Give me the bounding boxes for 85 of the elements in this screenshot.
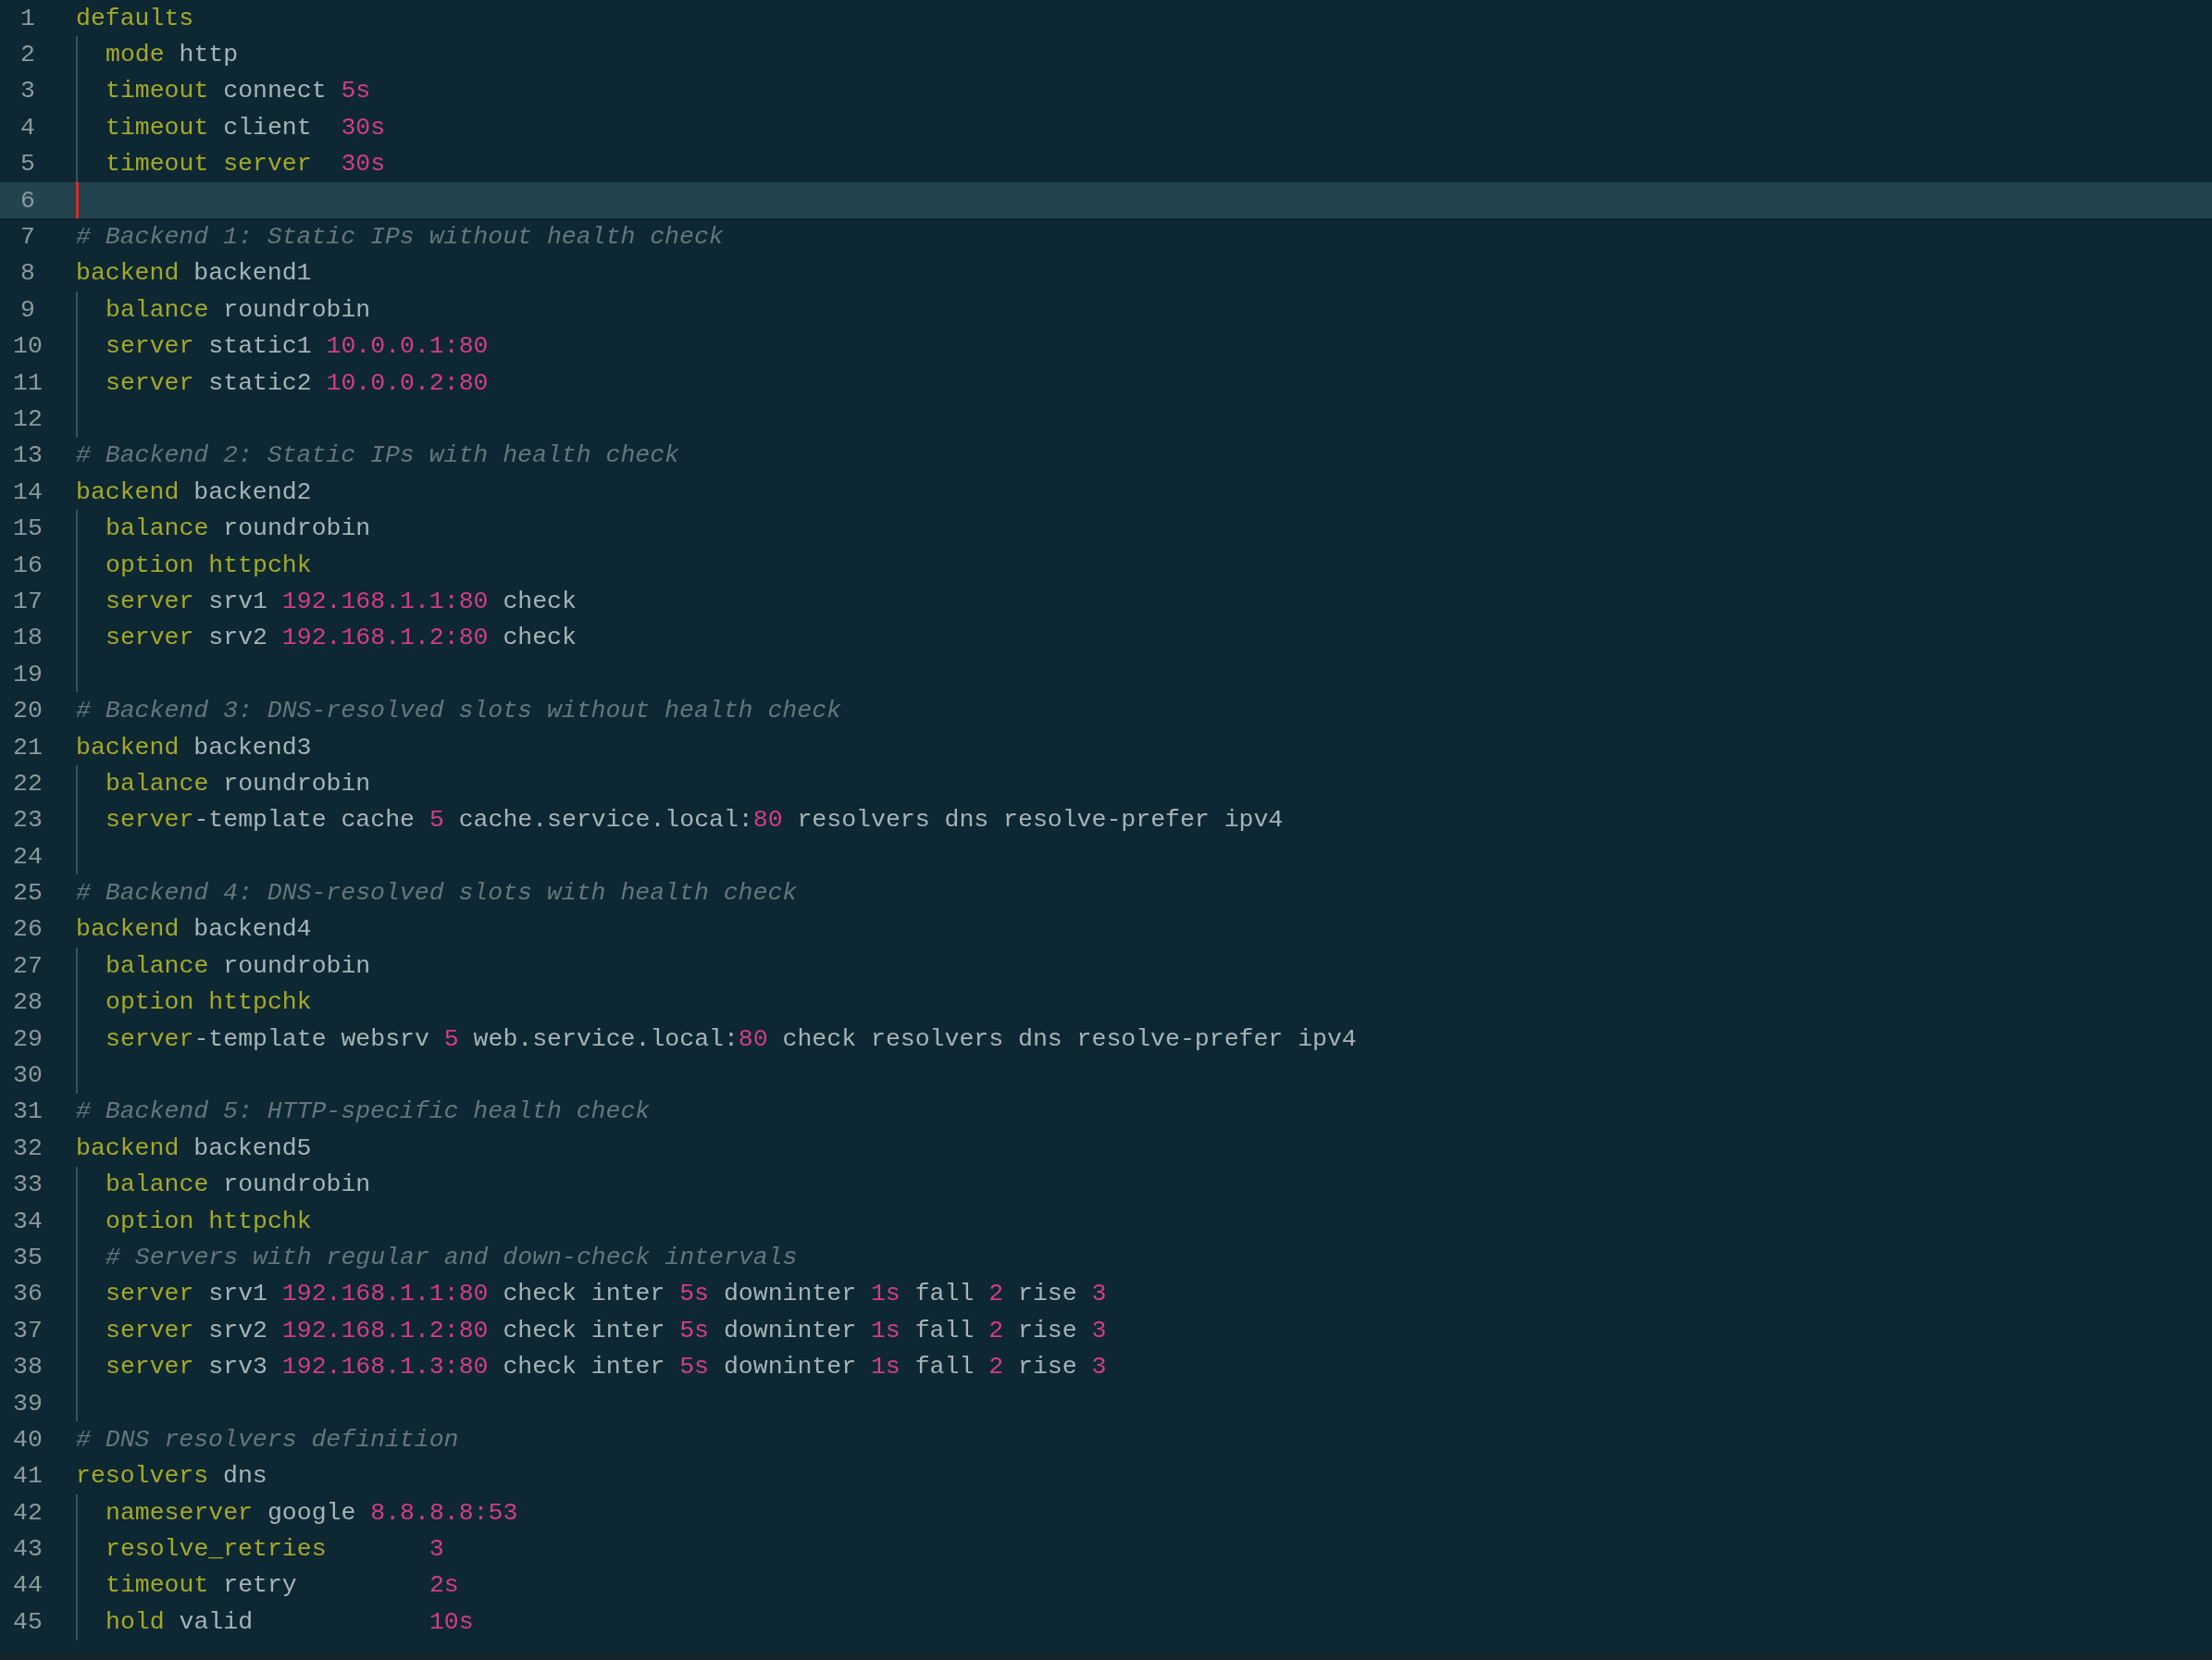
code-line: # Servers with regular and down-check intervals (106, 1243, 798, 1271)
line-number: 15 (12, 514, 43, 543)
line-number: 29 (12, 1024, 43, 1053)
line-number: 19 (12, 660, 43, 688)
line-number: 21 (12, 733, 43, 762)
line-number: 45 (12, 1607, 43, 1636)
code-line: balance roundrobin (106, 295, 371, 324)
line-number: 7 (19, 223, 36, 252)
line-number: 30 (12, 1061, 43, 1089)
line-number: 17 (12, 587, 43, 615)
code-line: server-template cache 5 cache.service.local:80 resolvers dns resolve-prefer ipv4 (106, 806, 1284, 835)
code-line: server srv3 192.168.1.3:80 check inter 5s downinter 1s fall 2 rise 3 (106, 1353, 1107, 1381)
code-line: # Backend 2: Static IPs with health check (76, 441, 679, 470)
code-line: timeout client 30s (106, 113, 386, 142)
line-number: 44 (12, 1571, 43, 1600)
line-number: 43 (12, 1535, 43, 1564)
line-number: 38 (12, 1353, 43, 1381)
code-line: # DNS resolvers definition (76, 1425, 459, 1454)
code-line: # Backend 4: DNS-resolved slots with health check (76, 879, 798, 908)
code-line: balance roundrobin (106, 1171, 371, 1199)
code-line: option httpchk (106, 1207, 312, 1235)
code-line: option httpchk (106, 551, 312, 579)
line-number: 23 (12, 806, 43, 835)
line-number: 35 (12, 1243, 43, 1271)
line-number: 14 (12, 477, 43, 506)
code-line: # Backend 3: DNS-resolved slots without health check (76, 697, 841, 725)
line-number: 3 (19, 77, 36, 105)
line-number: 24 (12, 842, 43, 871)
line-number: 27 (12, 951, 43, 980)
line-number: 36 (12, 1280, 43, 1308)
code-line: backend backend4 (76, 915, 312, 944)
line-number: 9 (19, 295, 36, 324)
code-line: resolvers dns (76, 1462, 267, 1491)
line-number: 25 (12, 879, 43, 908)
code-line: timeout connect 5s (106, 77, 371, 105)
line-number: 28 (12, 988, 43, 1017)
code-line: hold valid 10s (106, 1607, 474, 1636)
code-line: backend backend3 (76, 733, 312, 762)
line-number: 37 (12, 1316, 43, 1344)
code-line: backend backend1 (76, 259, 312, 288)
code-line: server static2 10.0.0.2:80 (106, 368, 489, 397)
code-line: defaults (76, 4, 194, 32)
code-line: balance roundrobin (106, 514, 371, 543)
line-number: 20 (12, 697, 43, 725)
code-line: balance roundrobin (106, 951, 371, 980)
code-line: server srv2 192.168.1.2:80 check inter 5s downinter 1s fall 2 rise 3 (106, 1316, 1107, 1344)
line-number: 31 (12, 1097, 43, 1126)
line-number: 33 (12, 1171, 43, 1199)
line-number: 8 (19, 259, 36, 288)
line-number: 16 (12, 551, 43, 579)
code-line: # Backend 1: Static IPs without health check (76, 223, 724, 252)
code-line: backend backend5 (76, 1134, 312, 1162)
code-line: server srv1 192.168.1.1:80 check inter 5s downinter 1s fall 2 rise 3 (106, 1280, 1107, 1308)
code-line: option httpchk (106, 988, 312, 1017)
text-cursor (76, 181, 79, 219)
code-line: timeout server 30s (106, 150, 386, 179)
line-number: 34 (12, 1207, 43, 1235)
line-number: 10 (12, 332, 43, 361)
code-line: server srv2 192.168.1.2:80 check (106, 624, 577, 652)
code-line: server srv1 192.168.1.1:80 check (106, 587, 577, 615)
code-line: balance roundrobin (106, 769, 371, 798)
code-line: mode http (106, 41, 239, 69)
line-number: 2 (19, 41, 36, 69)
line-number: 41 (12, 1462, 43, 1491)
line-number: 12 (12, 405, 43, 433)
line-number: 26 (12, 915, 43, 944)
line-number: 32 (12, 1134, 43, 1162)
line-number: 18 (12, 624, 43, 652)
line-number: 22 (12, 769, 43, 798)
code-line: timeout retry 2s (106, 1571, 459, 1600)
code-line: server static1 10.0.0.1:80 (106, 332, 489, 361)
code-line: nameserver google 8.8.8.8:53 (106, 1498, 518, 1527)
line-number: 1 (19, 4, 36, 32)
line-number: 39 (12, 1389, 43, 1418)
line-number: 13 (12, 441, 43, 470)
line-number: 4 (19, 113, 36, 142)
code-line: backend backend2 (76, 477, 312, 506)
code-line: # Backend 5: HTTP-specific health check (76, 1097, 651, 1126)
line-number: 6 (19, 186, 36, 215)
line-number: 11 (12, 368, 43, 397)
code-line: server-template websrv 5 web.service.local:80 check resolvers dns resolve-prefer ipv4 (106, 1024, 1357, 1053)
line-number: 40 (12, 1425, 43, 1454)
line-number: 42 (12, 1498, 43, 1527)
code-line: resolve_retries 3 (106, 1535, 444, 1564)
line-number: 5 (19, 150, 36, 179)
